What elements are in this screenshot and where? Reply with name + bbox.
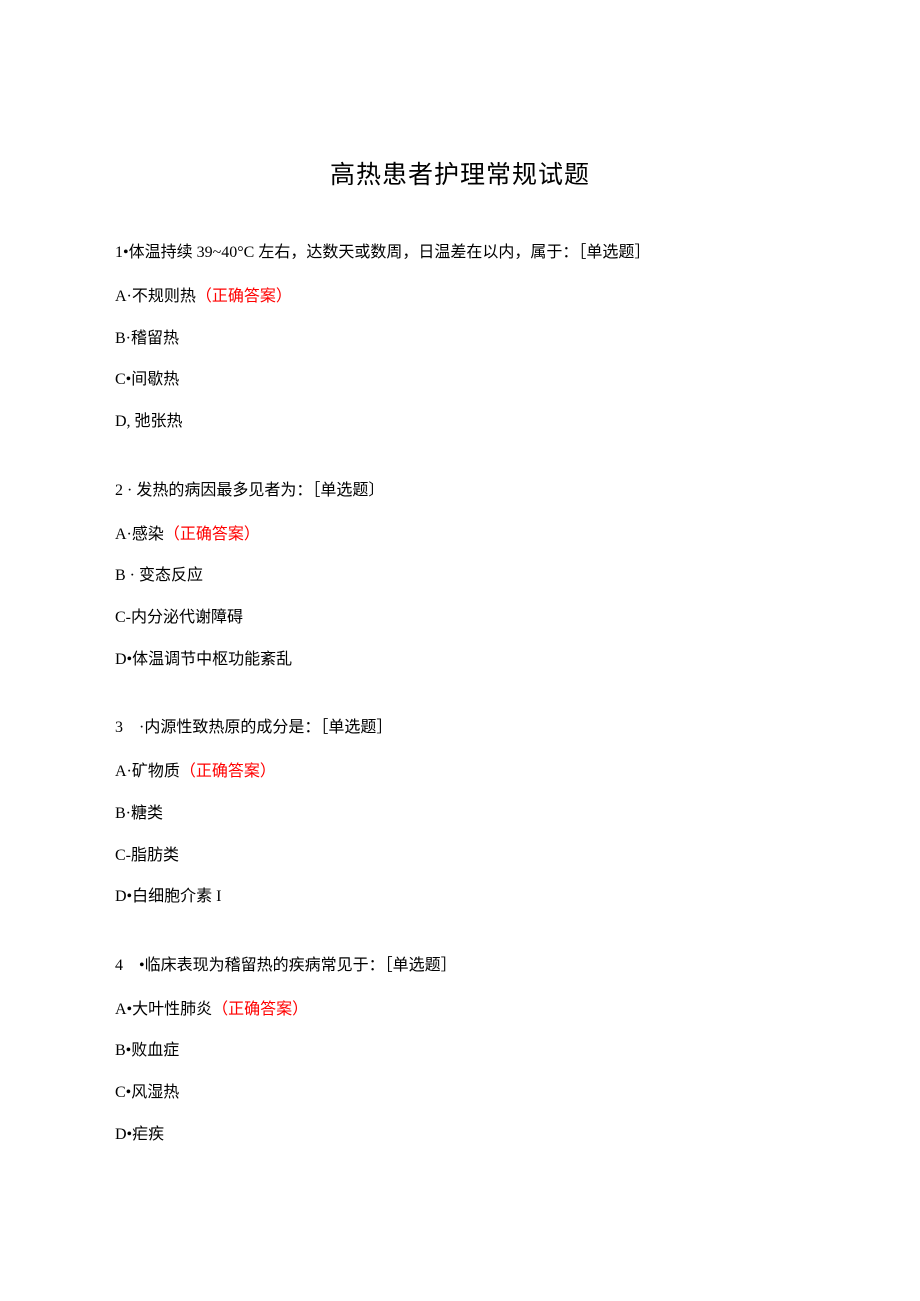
question-stem: 4 •临床表现为稽留热的疾病常见于：［单选题］ bbox=[115, 952, 805, 979]
correct-answer-label: （正确答案） bbox=[164, 526, 260, 543]
option-a: A·感染（正确答案） bbox=[115, 522, 805, 548]
option-c: C-脂肪类 bbox=[115, 843, 805, 869]
option-b: B·稽留热 bbox=[115, 326, 805, 352]
option-a: A·矿物质（正确答案） bbox=[115, 759, 805, 785]
option-text: D, 弛张热 bbox=[115, 413, 183, 430]
option-text: A•大叶性肺炎 bbox=[115, 1001, 212, 1018]
option-d: D•疟疾 bbox=[115, 1122, 805, 1148]
option-text: B·稽留热 bbox=[115, 330, 179, 347]
option-d: D•白细胞介素 I bbox=[115, 884, 805, 910]
question-stem: 1•体温持续 39~40°C 左右，达数天或数周，日温差在以内，属于：［单选题］ bbox=[115, 239, 805, 266]
option-text: B•败血症 bbox=[115, 1042, 179, 1059]
option-d: D•体温调节中枢功能紊乱 bbox=[115, 647, 805, 673]
document-title: 高热患者护理常规试题 bbox=[115, 155, 805, 191]
option-a: A•大叶性肺炎（正确答案） bbox=[115, 997, 805, 1023]
option-text: D•疟疾 bbox=[115, 1126, 164, 1143]
option-text: A·不规则热 bbox=[115, 288, 196, 305]
option-a: A·不规则热（正确答案） bbox=[115, 284, 805, 310]
option-b: B · 变态反应 bbox=[115, 563, 805, 589]
option-text: C-内分泌代谢障碍 bbox=[115, 609, 243, 626]
option-b: B·糖类 bbox=[115, 801, 805, 827]
correct-answer-label: （正确答案） bbox=[212, 1001, 308, 1018]
option-d: D, 弛张热 bbox=[115, 409, 805, 435]
option-text: D•白细胞介素 I bbox=[115, 888, 222, 905]
question-3: 3 ·内源性致热原的成分是：［单选题］ A·矿物质（正确答案） B·糖类 C-脂… bbox=[115, 714, 805, 910]
option-text: A·感染 bbox=[115, 526, 164, 543]
option-c: C•风湿热 bbox=[115, 1080, 805, 1106]
option-text: C-脂肪类 bbox=[115, 847, 179, 864]
question-2: 2 · 发热的病因最多见者为：［单选题〕 A·感染（正确答案） B · 变态反应… bbox=[115, 477, 805, 673]
option-text: B·糖类 bbox=[115, 805, 163, 822]
correct-answer-label: （正确答案） bbox=[180, 763, 276, 780]
option-text: C•风湿热 bbox=[115, 1084, 179, 1101]
option-text: C•间歇热 bbox=[115, 371, 179, 388]
option-c: C•间歇热 bbox=[115, 367, 805, 393]
option-text: B · 变态反应 bbox=[115, 567, 203, 584]
question-stem: 2 · 发热的病因最多见者为：［单选题〕 bbox=[115, 477, 805, 504]
option-b: B•败血症 bbox=[115, 1038, 805, 1064]
correct-answer-label: （正确答案） bbox=[196, 288, 292, 305]
option-text: D•体温调节中枢功能紊乱 bbox=[115, 651, 292, 668]
option-c: C-内分泌代谢障碍 bbox=[115, 605, 805, 631]
question-stem: 3 ·内源性致热原的成分是：［单选题］ bbox=[115, 714, 805, 741]
question-1: 1•体温持续 39~40°C 左右，达数天或数周，日温差在以内，属于：［单选题］… bbox=[115, 239, 805, 435]
question-4: 4 •临床表现为稽留热的疾病常见于：［单选题］ A•大叶性肺炎（正确答案） B•… bbox=[115, 952, 805, 1148]
option-text: A·矿物质 bbox=[115, 763, 180, 780]
